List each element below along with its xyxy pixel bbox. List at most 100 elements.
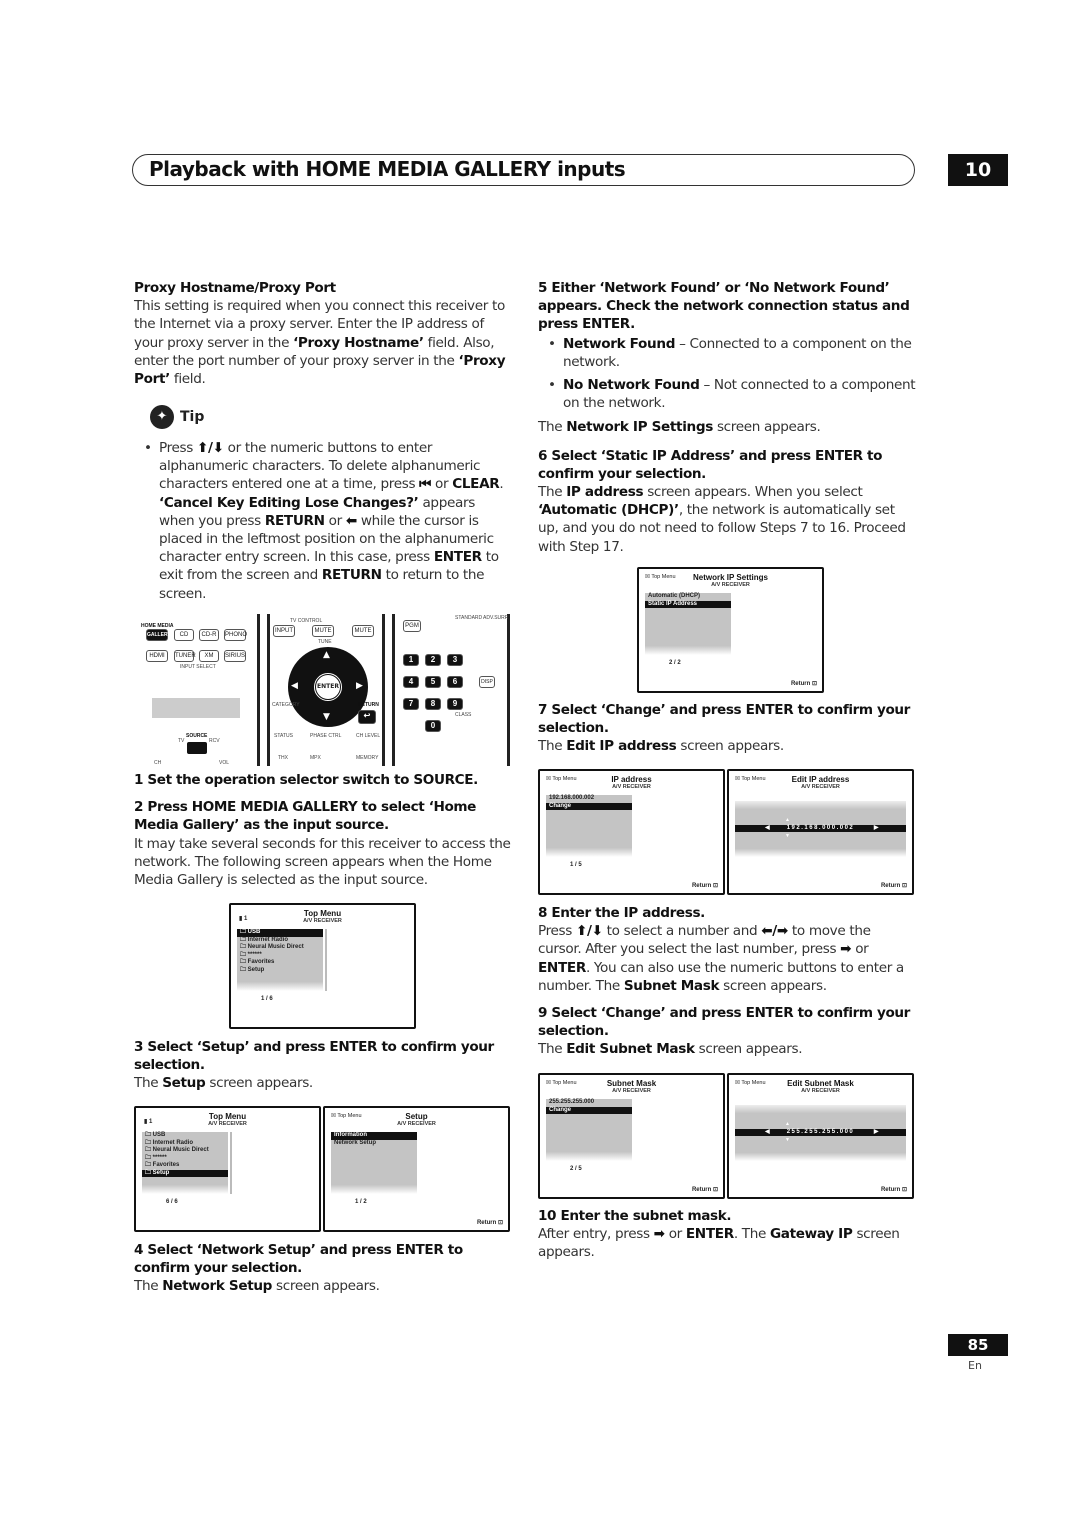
menu-item[interactable]: 🗀 Favorites [237, 959, 323, 967]
text-run: The [134, 1278, 163, 1295]
menu-item[interactable]: 🗀 Setup [142, 1169, 228, 1177]
menu-item[interactable]: 🗀 Neural Music Direct [142, 1147, 228, 1155]
text-run: The [538, 1041, 567, 1058]
emphasis-text: ‘Automatic (DHCP)’ [538, 502, 679, 519]
return-button[interactable]: Return ⊡ [692, 882, 718, 889]
return-button[interactable]: Return ⊡ [881, 882, 907, 889]
arrow-up-icon[interactable]: ▲ [323, 650, 330, 660]
menu-item[interactable]: Information [331, 1132, 417, 1140]
arrow-left-icon[interactable]: ◀ [291, 681, 298, 691]
return-label: Return [476, 1220, 497, 1226]
mute-button[interactable]: MUTE [352, 625, 374, 637]
disp-button[interactable]: DISP [479, 676, 495, 688]
menu-item[interactable]: 🗀 ****** [237, 952, 323, 960]
status-label: STATUS [274, 733, 293, 739]
cd-button[interactable]: CD [174, 629, 194, 641]
menu-item[interactable]: Network Setup [331, 1140, 417, 1148]
top-menu-link[interactable]: ☒ Top Menu [735, 776, 766, 782]
menu-item[interactable]: 🗀 USB [237, 929, 323, 937]
text-run: . [499, 476, 504, 493]
number-4-button[interactable]: 4 [403, 676, 419, 688]
memory-label: MEMORY [356, 755, 379, 761]
menu-item[interactable]: Change [546, 802, 632, 810]
return-button[interactable]: Return ⊡ [791, 680, 817, 687]
tip-lightbulb-icon: ✦ [150, 405, 174, 429]
menu-item[interactable]: Change [546, 1106, 632, 1114]
menu-item[interactable]: 🗀 Neural Music Direct [237, 944, 323, 952]
folder-icon: 🗀 [240, 936, 248, 943]
number-7-button[interactable]: 7 [403, 698, 419, 710]
menu-item[interactable]: 🗀 Internet Radio [142, 1140, 228, 1148]
menu-item[interactable]: 🗀 Internet Radio [237, 937, 323, 945]
number-1-button[interactable]: 1 [403, 654, 419, 666]
top-menu-link[interactable]: ☒ Top Menu [546, 1080, 577, 1086]
menu-item-label: 255.255.255.000 [549, 1099, 595, 1105]
phono-button[interactable]: PHONO [224, 629, 247, 641]
edit-value-bar: ◀ 255.255.255.000 ▶ [735, 1129, 906, 1136]
number-2-button[interactable]: 2 [425, 654, 441, 666]
hdmi-button[interactable]: HDMI [146, 650, 168, 662]
tv-mute-button[interactable]: MUTE [312, 625, 334, 637]
menu-item[interactable]: Static IP Address [645, 600, 731, 608]
home-media-gallery-button[interactable]: GALLERY [146, 629, 171, 641]
number-0-button[interactable]: 0 [425, 720, 441, 732]
number-6-button[interactable]: 6 [447, 676, 463, 688]
menu-item[interactable]: 🗀 ****** [142, 1155, 228, 1163]
top-menu-label: Top Menu [552, 1080, 577, 1086]
top-menu-link[interactable]: ☒ Top Menu [735, 1080, 766, 1086]
top-menu-link[interactable]: ☒ Top Menu [546, 776, 577, 782]
operation-selector-switch[interactable] [187, 742, 207, 754]
device-indicator: ▮ 1 [144, 1118, 152, 1125]
edit-subnet-mask-screen: Edit Subnet Mask A/V RECEIVER ☒ Top Menu ▲ ◀… [727, 1073, 914, 1199]
menu-item-label: Change [549, 1106, 572, 1113]
enter-button[interactable]: ENTER [313, 672, 343, 702]
folder-icon: 🗀 [240, 951, 248, 958]
step-10-text: After entry, press ➡ or ENTER. The Gatew… [538, 1225, 916, 1261]
text-run: Press [159, 440, 197, 456]
page-number: 85 [948, 1334, 1008, 1356]
top-menu-link[interactable]: ☒ Top Menu [645, 574, 676, 580]
return-button[interactable]: ↩ [358, 710, 376, 724]
scrollbar[interactable] [230, 1132, 232, 1194]
return-label: Return [691, 883, 712, 889]
arrow-down-icon[interactable]: ▼ [323, 712, 330, 722]
return-icon: ⊡ [711, 883, 718, 889]
menu-item[interactable]: 🗀 Favorites [142, 1162, 228, 1170]
top-menu-link[interactable]: ☒ Top Menu [331, 1113, 362, 1119]
emphasis-text: Edit IP address [566, 738, 677, 755]
step-4: 4 Select ‘Network Setup’ and press ENTER… [134, 1242, 463, 1277]
steps-1-2: 1 Set the operation selector switch to S… [134, 771, 512, 889]
folder-icon: 🗀 [240, 959, 248, 965]
cd-r-button[interactable]: CD-R [199, 629, 219, 641]
pgm-button[interactable]: PGM [403, 620, 421, 632]
menu-item[interactable]: Automatic (DHCP) [645, 593, 731, 601]
text-run: screen appears. [205, 1075, 313, 1092]
tuner-button[interactable]: TUNER [174, 650, 196, 662]
xm-button[interactable]: XM [199, 650, 219, 662]
return-label: Return [790, 681, 811, 687]
number-5-button[interactable]: 5 [425, 676, 441, 688]
menu-item[interactable]: 255.255.255.000 [546, 1099, 632, 1107]
text-run: screen appears. [719, 977, 827, 994]
menu-item[interactable]: 🗀 Setup [237, 967, 323, 975]
arrow-right-icon[interactable]: ▶ [356, 681, 363, 691]
menu-list: Automatic (DHCP) Static IP Address [645, 593, 731, 655]
scrollbar[interactable] [325, 929, 327, 991]
top-menu-label: Top Menu [741, 776, 766, 782]
number-3-button[interactable]: 3 [447, 654, 463, 666]
return-button[interactable]: Return ⊡ [881, 1186, 907, 1193]
emphasis-text: ➡ [653, 1226, 665, 1243]
direction-pad[interactable]: ENTER ▲ ▼ ◀ ▶ [288, 647, 368, 727]
tv-control-label: TV CONTROL [290, 618, 323, 624]
menu-item-label: Internet Radio [247, 936, 289, 943]
return-button[interactable]: Return ⊡ [477, 1219, 503, 1226]
menu-item[interactable]: 🗀 USB [142, 1132, 228, 1140]
number-9-button[interactable]: 9 [447, 698, 463, 710]
tv-input-button[interactable]: INPUT [273, 625, 295, 637]
menu-item[interactable]: 192.168.000.002 [546, 795, 632, 803]
folder-icon: 🗀 [240, 966, 248, 973]
number-8-button[interactable]: 8 [425, 698, 441, 710]
return-button[interactable]: Return ⊡ [692, 1186, 718, 1193]
language-label: En [968, 1359, 982, 1372]
sirius-button[interactable]: SIRIUS [224, 650, 246, 662]
